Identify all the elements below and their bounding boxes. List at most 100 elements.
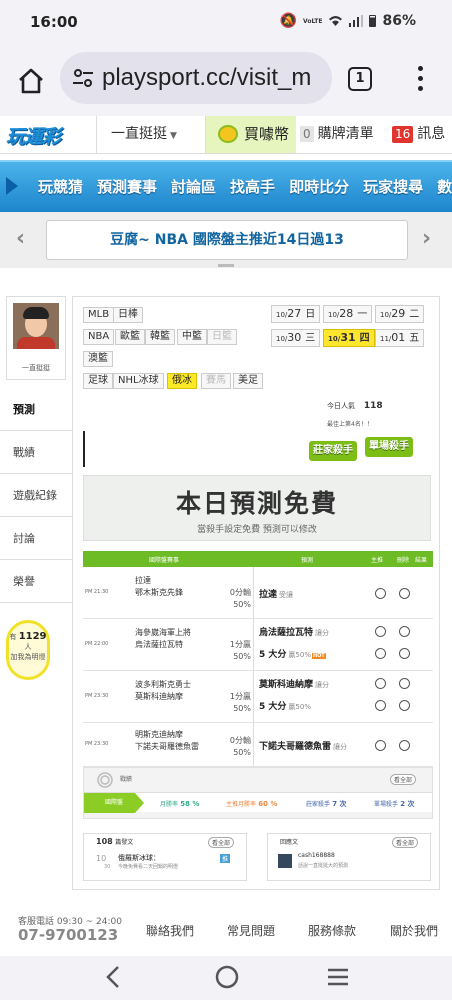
league-tag-9[interactable]: NHL冰球 — [113, 373, 164, 389]
game-time: PM 23:30 — [85, 693, 109, 699]
league-tag-3[interactable]: 歐籃 — [115, 329, 145, 345]
footer-link-contact[interactable]: 聯絡我們 — [146, 922, 194, 939]
main-pick-radio[interactable] — [375, 588, 386, 599]
table-header: 國際盤賽事 預測 主推 刪除 結果 — [83, 551, 433, 567]
league-tag-7[interactable]: 澳籃 — [83, 351, 113, 367]
nav-item-2[interactable]: 討論區 — [171, 176, 216, 197]
stat-single-killer-value: 2 次 — [400, 800, 415, 808]
date-day: 27 — [287, 307, 302, 320]
odds-line: 0分輸 — [229, 588, 251, 597]
record-tab[interactable]: 國際盤 — [84, 793, 144, 813]
profile-card[interactable]: 一直挺挺 — [6, 296, 66, 380]
announcement-carousel: ‹ 豆腐~ NBA 國際盤主推近14日過13 › — [0, 212, 452, 268]
message-count-badge: 16 — [392, 126, 414, 143]
chevron-right-icon[interactable]: › — [422, 226, 431, 251]
messages-link[interactable]: 16 訊息 — [392, 116, 452, 153]
main-nav: 玩競猜預測賽事討論區找高手即時比分玩家搜尋數據 — [0, 160, 452, 212]
recents-icon[interactable] — [326, 966, 350, 988]
nav-item-5[interactable]: 玩家搜尋 — [363, 176, 423, 197]
address-bar[interactable]: playsport.cc/visit_m — [60, 52, 332, 104]
chevron-left-icon[interactable]: ‹ — [16, 226, 25, 251]
record-more-button[interactable]: 看全部 — [390, 774, 417, 785]
record-label: 戰績 — [120, 776, 133, 783]
side-tab-record[interactable]: 戰績 — [0, 431, 72, 474]
date-2[interactable]: 10/29 二 — [375, 305, 425, 323]
nav-item-3[interactable]: 找高手 — [230, 176, 275, 197]
footer-link-faq[interactable]: 常見問題 — [227, 922, 275, 939]
nav-item-4[interactable]: 即時比分 — [289, 176, 349, 197]
main-pick-radio[interactable] — [375, 700, 386, 711]
site-logo[interactable]: 玩運彩 — [6, 122, 61, 149]
table-row: PM 21:30 拉達 鄂木斯克先鋒 0分輸 50% 拉達 受讓 — [83, 567, 433, 619]
browser-toolbar: playsport.cc/visit_m 1 — [0, 44, 452, 116]
post-title[interactable]: 俄羅斯冰球： — [118, 853, 160, 863]
reply-user[interactable]: cash168888 — [298, 852, 335, 859]
league-tag-10[interactable]: 俄冰 — [167, 373, 197, 389]
league-tag-8[interactable]: 足球 — [83, 373, 113, 389]
today-popularity-label: 今日人氣 — [327, 402, 355, 410]
date-1[interactable]: 10/28 一 — [323, 305, 373, 323]
announcement-text[interactable]: 豆腐~ NBA 國際盤主推近14日過13 — [46, 220, 408, 260]
status-bar: 16:00 🔕 VoLTE 86% — [0, 0, 452, 44]
delete-radio[interactable] — [399, 678, 410, 689]
prediction-input-area[interactable] — [83, 431, 431, 467]
side-tab-game-log[interactable]: 遊戲紀錄 — [0, 474, 72, 517]
delete-radio[interactable] — [399, 588, 410, 599]
date-5[interactable]: 11/01 五 — [375, 329, 425, 347]
prediction-pick: 5 大分 贏50% HOT — [259, 647, 326, 660]
service-phone[interactable]: 07-9700123 — [18, 926, 118, 944]
main-pick-radio[interactable] — [375, 626, 386, 637]
delete-radio[interactable] — [399, 626, 410, 637]
main-pick-radio[interactable] — [375, 678, 386, 689]
league-tag-12[interactable]: 美足 — [233, 373, 263, 389]
signal-icon — [349, 15, 364, 27]
delete-radio[interactable] — [399, 700, 410, 711]
likes-prefix: 有 — [9, 633, 17, 641]
delete-radio[interactable] — [399, 648, 410, 659]
date-3[interactable]: 10/30 三 — [271, 329, 321, 347]
date-4[interactable]: 10/31 四 — [323, 329, 375, 347]
league-tag-6[interactable]: 日籃 — [207, 329, 237, 345]
nav-item-0[interactable]: 玩競猜 — [38, 176, 83, 197]
league-tag-1[interactable]: 日棒 — [113, 307, 143, 323]
site-settings-icon[interactable] — [72, 68, 94, 88]
league-tag-5[interactable]: 中籃 — [177, 329, 207, 345]
game-teams: 明斯克迪納摩 下諾夫哥羅德魚雷 — [135, 729, 199, 753]
home-icon[interactable] — [16, 66, 46, 96]
likes-bulb[interactable]: 有 1129 人 加我為明燈 — [6, 620, 50, 680]
footer-link-terms[interactable]: 服務條款 — [308, 922, 356, 939]
back-icon[interactable] — [104, 964, 122, 990]
main-pick-radio[interactable] — [375, 648, 386, 659]
coin-icon — [218, 125, 238, 143]
footer-link-about[interactable]: 關於我們 — [390, 922, 438, 939]
league-tag-2[interactable]: NBA — [83, 329, 115, 345]
nav-item-1[interactable]: 預測賽事 — [97, 176, 157, 197]
league-tag-4[interactable]: 韓籃 — [145, 329, 175, 345]
buy-coin-label: 買噱幣 — [244, 125, 290, 143]
side-tab-predict[interactable]: 預測 — [0, 388, 76, 431]
buy-list-link[interactable]: 0 購牌清單 — [300, 116, 382, 153]
delete-radio[interactable] — [399, 740, 410, 751]
prediction-pick: 烏法薩拉瓦特 讓分 — [259, 625, 329, 638]
league-tag-0[interactable]: MLB — [83, 307, 115, 323]
prediction-pick: 5 大分 贏50% — [259, 699, 311, 712]
odds-line: 50% — [233, 704, 251, 713]
column-divider — [253, 723, 254, 767]
main-pick-radio[interactable] — [375, 740, 386, 751]
replies-header: 回應文 — [280, 839, 299, 846]
stat-single-killer: 單場殺手 2 次 — [374, 799, 415, 809]
nav-item-6[interactable]: 數據 — [437, 176, 452, 197]
site-footer: 客服電話 09:30 ~ 24:00 07-9700123 聯絡我們 常見問題 … — [0, 900, 452, 956]
follow-menu[interactable]: 一直挺挺 ▼ — [96, 116, 206, 153]
league-tag-11[interactable]: 賽馬 — [201, 373, 231, 389]
buy-coin-button[interactable]: 買噱幣 — [206, 116, 296, 153]
side-tab-discuss[interactable]: 討論 — [0, 517, 72, 560]
replies-more-button[interactable]: 看全部 — [392, 837, 419, 848]
more-menu-icon[interactable] — [418, 66, 424, 94]
tab-switcher-button[interactable]: 1 — [348, 67, 372, 91]
stat-banker-killer-label: 莊家殺手 — [306, 801, 331, 808]
date-0[interactable]: 10/27 日 — [271, 305, 321, 323]
home-circle-icon[interactable] — [214, 964, 240, 990]
posts-more-button[interactable]: 看全部 — [208, 837, 235, 848]
side-tab-honor[interactable]: 榮譽 — [0, 560, 72, 603]
